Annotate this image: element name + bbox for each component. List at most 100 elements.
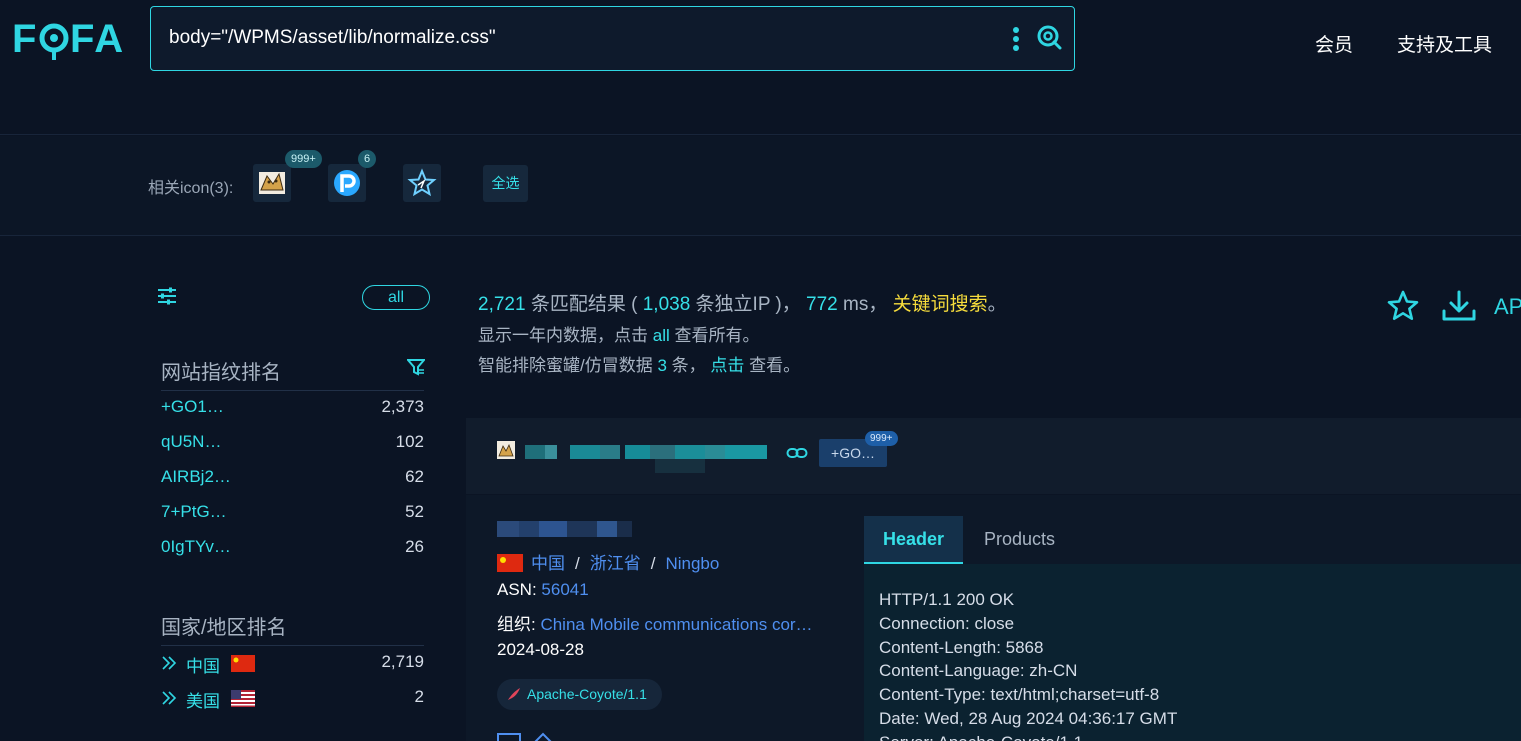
http-header-line: Date: Wed, 28 Aug 2024 04:36:17 GMT xyxy=(879,709,1178,728)
icon-filter-star[interactable] xyxy=(403,164,441,202)
notice-text: 智能排除蜜罐/仿冒数据 xyxy=(478,356,658,375)
double-chevron-icon xyxy=(162,656,177,670)
http-header-line: Server: Apache-Coyote/1.1 xyxy=(879,733,1083,741)
fofa-search-page: F FA body="/WPMS/asset/lib/normalize.css… xyxy=(0,0,1521,741)
link-icon[interactable] xyxy=(786,446,808,460)
icon-count-badge: 6 xyxy=(358,150,377,168)
star-logo-icon xyxy=(407,168,437,197)
nav-support-tools[interactable]: 支持及工具 xyxy=(1397,30,1492,57)
org-label: 组织: xyxy=(497,615,541,634)
country-rank-title: 国家/地区排名 xyxy=(161,617,287,639)
province-link[interactable]: 浙江省 xyxy=(590,554,641,573)
download-icon[interactable] xyxy=(1441,289,1477,323)
fingerprint-key[interactable]: +GO1… xyxy=(161,397,224,417)
server-label: Apache-Coyote/1.1 xyxy=(527,686,647,702)
search-input[interactable]: body="/WPMS/asset/lib/normalize.css" xyxy=(169,27,496,49)
filter-settings-icon[interactable] xyxy=(156,286,178,306)
honeypot-notice: 智能排除蜜罐/仿冒数据 3 条， 点击 查看。 xyxy=(478,351,800,376)
apache-feather-icon xyxy=(508,688,520,700)
keyword-search-link[interactable]: 关键词搜索 xyxy=(893,294,988,315)
redacted-ip[interactable] xyxy=(497,517,632,541)
divider xyxy=(161,645,424,646)
usa-flag-icon xyxy=(231,690,255,707)
china-flag-icon xyxy=(497,554,523,572)
org-link[interactable]: China Mobile communications cor… xyxy=(540,615,812,634)
country-count: 2 xyxy=(414,687,424,706)
geo-location: 中国 / 浙江省 / Ningbo xyxy=(497,549,719,574)
search-icon[interactable] xyxy=(1036,24,1062,50)
fingerprint-count: 102 xyxy=(395,432,424,451)
country-item[interactable]: 中国 2,719 xyxy=(161,652,424,676)
total-results: 2,721 xyxy=(478,294,526,315)
favorite-star-icon[interactable] xyxy=(1386,289,1420,323)
divider xyxy=(161,390,424,391)
fingerprint-tag[interactable]: +GO… 999+ xyxy=(819,431,898,467)
http-header-line: Content-Language: zh-CN xyxy=(879,661,1078,680)
china-flag-icon xyxy=(231,655,255,672)
funnel-filter-icon[interactable] xyxy=(407,358,425,376)
related-icons-label: 相关icon(3): xyxy=(148,180,234,197)
fofa-logo[interactable]: F FA xyxy=(12,14,132,64)
one-year-notice: 显示一年内数据，点击 all 查看所有。 xyxy=(478,321,759,346)
http-header-line: Content-Length: 5868 xyxy=(879,638,1044,657)
show-all-link[interactable]: all xyxy=(653,326,670,345)
org-line: 组织: China Mobile communications cor… xyxy=(497,610,813,635)
notice-text: 条， xyxy=(666,356,711,375)
asn-link[interactable]: 56041 xyxy=(541,580,588,599)
fingerprint-item[interactable]: qU5N… 102 xyxy=(161,432,424,456)
all-toggle-button[interactable]: all xyxy=(362,285,430,310)
fingerprint-key[interactable]: qU5N… xyxy=(161,432,221,452)
tomcat-icon xyxy=(259,172,285,194)
unique-ip-count: 1,038 xyxy=(642,294,691,315)
fingerprint-tag-label: +GO… xyxy=(831,445,875,461)
svg-text:FA: FA xyxy=(70,17,125,61)
tab-header[interactable]: Header xyxy=(864,516,963,564)
fingerprint-key[interactable]: 7+PtG… xyxy=(161,502,227,522)
top-header: F FA body="/WPMS/asset/lib/normalize.css… xyxy=(0,0,1521,135)
view-honeypot-link[interactable]: 点击 xyxy=(710,356,744,375)
honeypot-count: 3 xyxy=(657,356,667,375)
fingerprint-rank-title: 网站指纹排名 xyxy=(161,362,281,384)
summary-text: 条匹配结果 ( xyxy=(525,294,643,315)
p-logo-icon xyxy=(334,170,360,196)
nav-vip[interactable]: 会员 xyxy=(1315,30,1353,57)
api-button[interactable]: AP xyxy=(1494,294,1521,320)
icon-count-badge: 999+ xyxy=(285,150,322,168)
summary-text: ms， xyxy=(837,294,893,315)
city-link[interactable]: Ningbo xyxy=(665,554,719,573)
country-count: 2,719 xyxy=(381,652,424,671)
query-time: 772 xyxy=(806,294,838,315)
redacted-host[interactable] xyxy=(515,441,767,473)
fingerprint-key[interactable]: 0IgTYv… xyxy=(161,537,231,557)
icon-filter-p[interactable]: 6 xyxy=(328,150,377,202)
fingerprint-count: 52 xyxy=(405,502,424,521)
fingerprint-key[interactable]: AIRBj2… xyxy=(161,467,231,487)
tag-count-badge: 999+ xyxy=(865,431,898,446)
fingerprint-item[interactable]: AIRBj2… 62 xyxy=(161,467,424,491)
summary-text: 。 xyxy=(987,294,1007,315)
country-name[interactable]: 中国 xyxy=(186,652,220,677)
server-tag[interactable]: Apache-Coyote/1.1 xyxy=(497,679,662,710)
country-name[interactable]: 美国 xyxy=(186,687,220,712)
country-link[interactable]: 中国 xyxy=(531,554,565,573)
fingerprint-count: 62 xyxy=(405,467,424,486)
search-bar[interactable]: body="/WPMS/asset/lib/normalize.css" xyxy=(150,6,1075,71)
fingerprint-item[interactable]: +GO1… 2,373 xyxy=(161,397,424,421)
tab-products[interactable]: Products xyxy=(984,529,1055,550)
notice-text: 显示一年内数据，点击 xyxy=(478,326,653,345)
asn-label: ASN: xyxy=(497,580,542,599)
http-header-line: Connection: close xyxy=(879,614,1015,633)
select-all-button[interactable]: 全选 xyxy=(483,165,528,202)
svg-text:F: F xyxy=(12,17,38,61)
summary-text: 条独立IP )， xyxy=(690,294,807,315)
fingerprint-item[interactable]: 0IgTYv… 26 xyxy=(161,537,424,561)
icon-filter-tomcat[interactable]: 999+ xyxy=(253,150,322,202)
fingerprint-item[interactable]: 7+PtG… 52 xyxy=(161,502,424,526)
notice-text: 查看。 xyxy=(744,356,801,375)
more-action-icons[interactable] xyxy=(497,730,557,741)
result-summary: 2,721 条匹配结果 ( 1,038 条独立IP )， 772 ms， 关键词… xyxy=(478,289,1007,316)
country-item[interactable]: 美国 2 xyxy=(161,687,424,711)
result-date: 2024-08-28 xyxy=(497,640,584,659)
double-chevron-icon xyxy=(162,691,177,705)
more-options-icon[interactable] xyxy=(1011,27,1021,53)
